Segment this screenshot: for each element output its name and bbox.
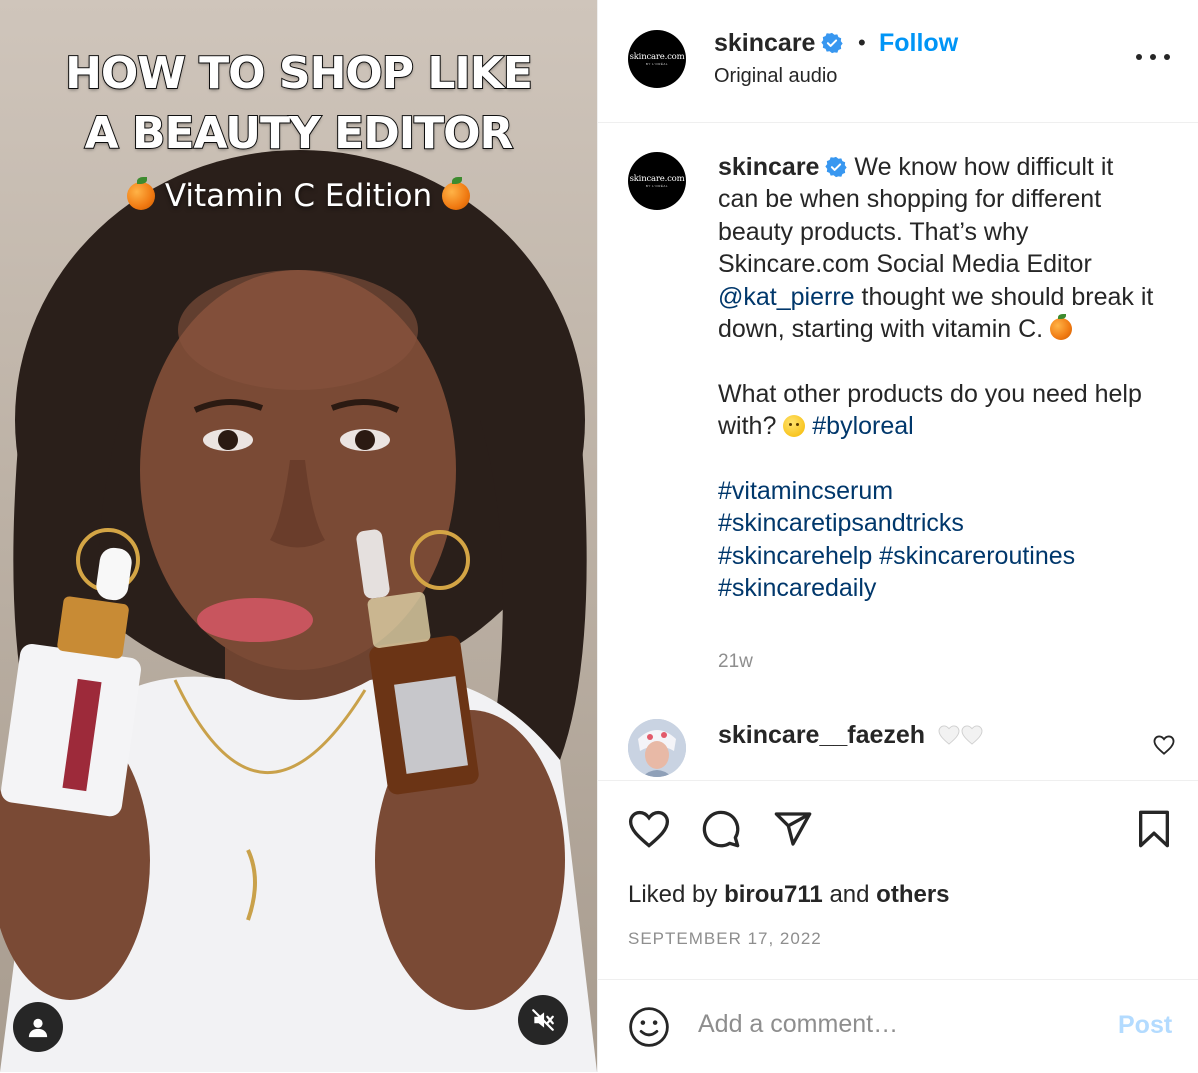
hashtag-link[interactable]: #vitamincserum	[718, 477, 893, 505]
overlay-title-line-1: HOW TO SHOP LIKE	[64, 47, 534, 100]
avatar-brand-subtext: BY L'ORÉAL	[645, 184, 669, 188]
tagged-users-button[interactable]	[13, 1002, 63, 1052]
like-button[interactable]	[628, 809, 670, 854]
orange-emoji-icon	[126, 177, 155, 210]
verified-badge-icon	[821, 32, 844, 54]
comment-bubble-icon	[702, 810, 740, 848]
caption-timestamp[interactable]: 21w	[718, 651, 753, 673]
bookmark-icon	[1138, 810, 1169, 848]
liked-by-others-link[interactable]: others	[876, 881, 949, 908]
paper-plane-icon	[774, 812, 812, 846]
post-viewer: HOW TO SHOP LIKE A BEAUTY EDITOR Vitamin…	[0, 0, 1198, 1072]
liked-by-and: and	[829, 881, 870, 908]
post-side-panel: skincare.com BY L'ORÉAL skincare • Follo…	[597, 0, 1198, 1072]
white-heart-emoji-icon	[938, 725, 960, 745]
more-options-button[interactable]	[1136, 46, 1170, 68]
post-caption: skincare We know how difficult it can be…	[718, 151, 1158, 605]
heart-outline-icon	[1153, 735, 1175, 755]
smiley-face-icon	[629, 1007, 669, 1047]
post-header: skincare.com BY L'ORÉAL skincare • Follo…	[598, 0, 1198, 123]
caption-username[interactable]: skincare	[718, 153, 819, 181]
audio-label[interactable]: Original audio	[714, 65, 837, 88]
caption-author-avatar[interactable]: skincare.com BY L'ORÉAL	[628, 152, 686, 210]
more-dots-icon	[1150, 54, 1156, 60]
hashtag-link[interactable]: #skincaretipsandtricks	[718, 509, 964, 537]
heart-outline-icon	[628, 810, 670, 848]
orange-emoji-icon	[1050, 314, 1073, 341]
comment-button[interactable]	[701, 809, 741, 854]
thinking-face-emoji-icon	[783, 415, 806, 438]
commenter-avatar-image	[628, 719, 686, 777]
mute-toggle-button[interactable]	[518, 995, 568, 1045]
emoji-picker-button[interactable]	[628, 1006, 670, 1053]
white-heart-emoji-icon	[961, 725, 983, 745]
overlay-subtitle-text: Vitamin C Edition	[164, 178, 433, 214]
liked-by-user-link[interactable]: birou711	[724, 881, 823, 908]
avatar-brand-text: skincare.com	[629, 52, 685, 62]
comment-input[interactable]	[698, 1010, 1098, 1039]
hashtag-link[interactable]: #byloreal	[812, 412, 913, 440]
comments-scroll-area[interactable]: skincare.com BY L'ORÉAL skincare We know…	[598, 123, 1198, 779]
header-separator: •	[858, 30, 866, 55]
verified-badge-icon	[825, 156, 848, 178]
post-date[interactable]: SEPTEMBER 17, 2022	[628, 929, 822, 949]
hashtag-link[interactable]: #skincarehelp	[718, 542, 872, 570]
post-actions: Liked by birou711 and others SEPTEMBER 1…	[598, 780, 1198, 979]
author-avatar[interactable]: skincare.com BY L'ORÉAL	[628, 30, 686, 88]
author-username[interactable]: skincare	[714, 29, 815, 57]
avatar-brand-text: skincare.com	[629, 174, 685, 184]
video-frame	[0, 150, 597, 1072]
orange-emoji-icon	[442, 177, 471, 210]
avatar-brand-subtext: BY L'ORÉAL	[645, 62, 669, 66]
share-button[interactable]	[773, 809, 813, 854]
post-comment-button[interactable]: Post	[1118, 1011, 1172, 1040]
more-dots-icon	[1164, 54, 1170, 60]
hashtag-link[interactable]: #skincaredaily	[718, 574, 876, 602]
more-dots-icon	[1136, 54, 1142, 60]
comment-like-button[interactable]	[1153, 735, 1175, 760]
white-hearts-emoji	[938, 723, 984, 752]
follow-button[interactable]: Follow	[879, 29, 958, 58]
speaker-muted-icon	[532, 1009, 554, 1031]
add-comment-bar: Post	[598, 979, 1198, 1073]
caption-text-3: What other products do you need help wit…	[718, 379, 1142, 441]
commenter-username[interactable]: skincare__faezeh	[718, 721, 925, 749]
commenter-avatar[interactable]	[628, 719, 686, 777]
caption-mention-link[interactable]: @kat_pierre	[718, 283, 855, 311]
comment-row: skincare__faezeh	[718, 721, 984, 752]
overlay-subtitle: Vitamin C Edition	[0, 177, 597, 214]
author-username-row: skincare	[714, 29, 844, 58]
save-button[interactable]	[1136, 809, 1172, 854]
user-icon	[28, 1018, 48, 1038]
hashtag-link[interactable]: #skincareroutines	[879, 542, 1075, 570]
video-player[interactable]: HOW TO SHOP LIKE A BEAUTY EDITOR Vitamin…	[0, 0, 597, 1072]
overlay-title-line-2: A BEAUTY EDITOR	[84, 107, 515, 160]
liked-by-prefix: Liked by	[628, 881, 718, 908]
liked-by-text: Liked by birou711 and others	[628, 881, 950, 909]
